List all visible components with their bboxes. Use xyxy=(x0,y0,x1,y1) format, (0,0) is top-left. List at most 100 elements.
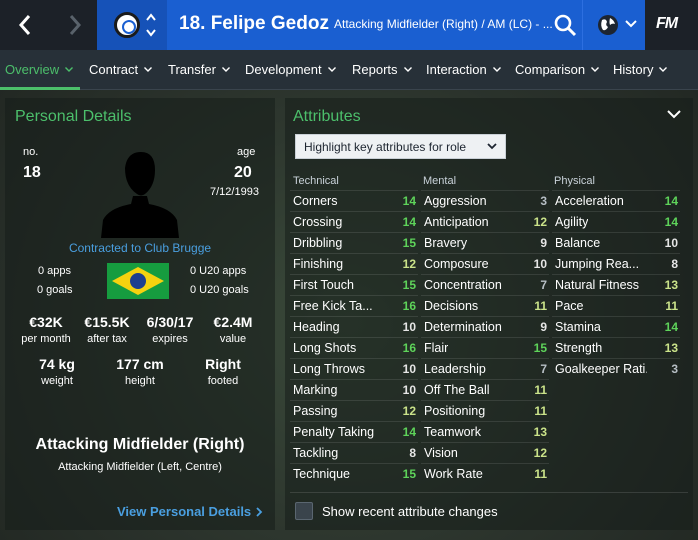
squad-number: 18. xyxy=(179,13,206,34)
recent-changes-label: Show recent attribute changes xyxy=(322,503,498,519)
personal-details-title: Personal Details xyxy=(15,108,132,125)
chevron-down-icon[interactable] xyxy=(667,110,681,119)
player-header: 18. Felipe Gedoz Attacking Midfielder (R… xyxy=(97,0,582,50)
attribute-row[interactable]: Corners 14 xyxy=(290,190,418,211)
attribute-name: Leadership xyxy=(424,362,486,376)
attribute-name: Balance xyxy=(555,236,601,250)
attribute-value: 12 xyxy=(402,404,416,418)
recent-changes-checkbox[interactable] xyxy=(295,502,313,520)
attribute-row[interactable]: Crossing 14 xyxy=(290,211,418,232)
attribute-value: 15 xyxy=(402,467,416,481)
recent-changes-toggle[interactable]: Show recent attribute changes xyxy=(295,502,498,520)
attribute-name: Jumping Rea... xyxy=(555,257,640,271)
attribute-name: Technique xyxy=(293,467,350,481)
attribute-row[interactable]: Aggression 3 xyxy=(421,190,549,211)
contract-club-link[interactable]: Contracted to Club Brugge xyxy=(5,241,275,255)
attribute-row[interactable]: Determination 9 xyxy=(421,316,549,337)
attribute-row[interactable]: Decisions 11 xyxy=(421,295,549,316)
attribute-row[interactable]: Free Kick Ta... 16 xyxy=(290,295,418,316)
player-name: Felipe Gedoz xyxy=(210,13,329,34)
attribute-value: 11 xyxy=(534,299,547,313)
chevron-down-icon xyxy=(487,143,497,150)
attribute-row[interactable]: Off The Ball 11 xyxy=(421,379,549,400)
attribute-row[interactable]: Flair 15 xyxy=(421,337,549,358)
attribute-name: Teamwork xyxy=(424,425,481,439)
attribute-name: Agility xyxy=(555,215,589,229)
attribute-name: Dribbling xyxy=(293,236,343,250)
attribute-row[interactable]: Long Throws 10 xyxy=(290,358,418,379)
attribute-row[interactable]: Marking 10 xyxy=(290,379,418,400)
world-menu-button[interactable] xyxy=(582,0,645,50)
attribute-name: Natural Fitness xyxy=(555,278,640,292)
attribute-row[interactable]: First Touch 15 xyxy=(290,274,418,295)
tab-development[interactable]: Development xyxy=(245,62,336,77)
search-icon[interactable] xyxy=(552,12,578,38)
attribute-row[interactable]: Technique 15 xyxy=(290,463,418,484)
primary-position: Attacking Midfielder (Right) xyxy=(35,436,245,453)
attribute-row[interactable]: Heading 10 xyxy=(290,316,418,337)
attribute-row[interactable]: Long Shots 16 xyxy=(290,337,418,358)
tab-history[interactable]: History xyxy=(613,62,668,77)
attribute-value: 12 xyxy=(402,257,416,271)
tab-reports[interactable]: Reports xyxy=(352,62,412,77)
attribute-row[interactable]: Anticipation 12 xyxy=(421,211,549,232)
attribute-value: 15 xyxy=(402,278,416,292)
attribute-name: Strength xyxy=(555,341,603,355)
chevron-down-icon xyxy=(625,20,637,28)
secondary-positions: Attacking Midfielder (Left, Centre) xyxy=(58,461,222,473)
attribute-row[interactable]: Stamina 14 xyxy=(552,316,680,337)
attribute-value: 15 xyxy=(533,341,547,355)
tab-overview[interactable]: Overview xyxy=(5,62,74,77)
divider xyxy=(290,492,688,493)
tab-contract[interactable]: Contract xyxy=(89,62,153,77)
contract-expiry-stat: 6/30/17 expires xyxy=(146,314,194,345)
chevron-down-icon xyxy=(659,67,668,72)
attribute-name: Finishing xyxy=(293,257,344,271)
attribute-row[interactable]: Work Rate 11 xyxy=(421,463,549,484)
view-personal-details-link[interactable]: View Personal Details xyxy=(117,504,263,519)
attribute-row[interactable]: Dribbling 15 xyxy=(290,232,418,253)
attribute-row[interactable]: Acceleration 14 xyxy=(552,190,680,211)
globe-icon xyxy=(598,15,618,35)
tab-interaction[interactable]: Interaction xyxy=(426,62,501,77)
back-button[interactable] xyxy=(0,0,50,50)
attribute-value: 10 xyxy=(402,320,416,334)
attribute-row[interactable]: Tackling 8 xyxy=(290,442,418,463)
attribute-row[interactable]: Composure 10 xyxy=(421,253,549,274)
highlight-role-dropdown[interactable]: Highlight key attributes for role xyxy=(295,134,506,159)
attribute-row[interactable]: Vision 12 xyxy=(421,442,549,463)
attribute-value: 11 xyxy=(534,404,547,418)
attribute-row[interactable]: Pace 11 xyxy=(552,295,680,316)
attribute-value: 13 xyxy=(664,278,678,292)
player-title: 18. Felipe Gedoz xyxy=(179,13,329,35)
squad-number-label: no. xyxy=(23,146,39,158)
attribute-value: 8 xyxy=(409,446,416,460)
attribute-row[interactable]: Passing 12 xyxy=(290,400,418,421)
club-selector[interactable] xyxy=(97,0,167,50)
height-stat: 177 cm height xyxy=(116,356,164,387)
attribute-row[interactable]: Penalty Taking 14 xyxy=(290,421,418,442)
attribute-row[interactable]: Leadership 7 xyxy=(421,358,549,379)
attribute-row[interactable]: Concentration 7 xyxy=(421,274,549,295)
attribute-row[interactable]: Strength 13 xyxy=(552,337,680,358)
tab-transfer[interactable]: Transfer xyxy=(168,62,230,77)
chevron-right-icon xyxy=(256,506,263,517)
tab-comparison[interactable]: Comparison xyxy=(515,62,600,77)
club-switch-icon[interactable] xyxy=(145,11,157,39)
goals-count: 0 goals xyxy=(37,284,73,296)
attribute-row[interactable]: Balance 10 xyxy=(552,232,680,253)
attribute-value: 12 xyxy=(533,215,547,229)
attribute-name: Penalty Taking xyxy=(293,425,375,439)
attribute-row[interactable]: Positioning 11 xyxy=(421,400,549,421)
attribute-value: 11 xyxy=(534,383,547,397)
attribute-row[interactable]: Teamwork 13 xyxy=(421,421,549,442)
attribute-row[interactable]: Jumping Rea... 8 xyxy=(552,253,680,274)
attribute-row[interactable]: Agility 14 xyxy=(552,211,680,232)
attribute-row[interactable]: Bravery 9 xyxy=(421,232,549,253)
attribute-row[interactable]: Natural Fitness 13 xyxy=(552,274,680,295)
attribute-value: 13 xyxy=(664,341,678,355)
attribute-row[interactable]: Goalkeeper Rati... 3 xyxy=(552,358,680,379)
forward-button[interactable] xyxy=(50,0,100,50)
top-bar: 18. Felipe Gedoz Attacking Midfielder (R… xyxy=(0,0,698,50)
attribute-row[interactable]: Finishing 12 xyxy=(290,253,418,274)
